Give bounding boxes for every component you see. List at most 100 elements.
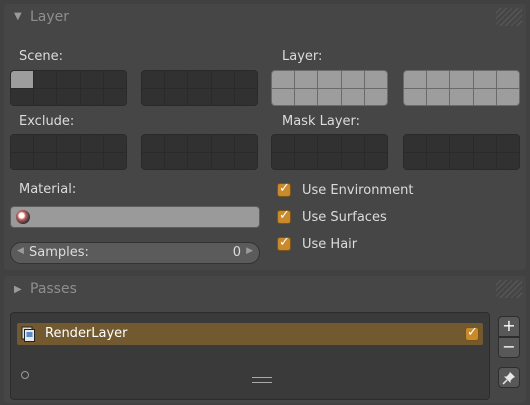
layer-toggle[interactable] [11, 152, 34, 169]
layer-toggle[interactable] [427, 152, 450, 169]
layer-toggle[interactable] [211, 88, 234, 105]
layer-toggle[interactable] [427, 88, 450, 105]
layer-toggle[interactable] [57, 152, 80, 169]
layer-toggle[interactable] [234, 152, 257, 169]
layer-toggle[interactable] [80, 135, 103, 152]
layer-toggle[interactable] [165, 135, 188, 152]
layer-toggle[interactable] [496, 152, 519, 169]
scene-layers-group-2[interactable] [141, 70, 258, 106]
samples-field[interactable]: ◀ Samples: 0 ▶ [10, 242, 260, 264]
layer-toggle[interactable] [234, 71, 257, 88]
layer-toggle[interactable] [57, 135, 80, 152]
layer-toggle[interactable] [103, 71, 126, 88]
layer-toggle[interactable] [404, 152, 427, 169]
layer-toggle[interactable] [496, 88, 519, 105]
render-layer-enabled-checkbox[interactable]: ✓ [465, 325, 479, 341]
layer-toggle[interactable] [404, 88, 427, 105]
layer-toggle[interactable] [272, 88, 295, 105]
layer-toggle[interactable] [103, 88, 126, 105]
layer-toggle[interactable] [473, 88, 496, 105]
render-layer-name[interactable]: RenderLayer [45, 326, 128, 341]
layer-toggle[interactable] [272, 71, 295, 88]
list-item[interactable]: RenderLayer ✓ [17, 323, 483, 345]
add-render-layer-button[interactable]: + [498, 316, 520, 337]
layer-toggle[interactable] [473, 135, 496, 152]
layer-toggle[interactable] [142, 152, 165, 169]
layer-toggle[interactable] [341, 71, 364, 88]
layer-toggle[interactable] [450, 152, 473, 169]
layer-toggle[interactable] [364, 135, 387, 152]
layer-toggle[interactable] [364, 88, 387, 105]
layer-toggle[interactable] [318, 71, 341, 88]
layer-toggle[interactable] [103, 152, 126, 169]
layer-toggle[interactable] [404, 71, 427, 88]
layer-toggle[interactable] [450, 71, 473, 88]
material-field[interactable] [10, 206, 260, 228]
passes-panel-header[interactable]: ▶ Passes [4, 276, 526, 304]
scene-layers-group-1[interactable] [10, 70, 127, 106]
layer-toggle[interactable] [188, 88, 211, 105]
remove-render-layer-button[interactable]: − [498, 337, 520, 358]
use-environment-label[interactable]: Use Environment [302, 183, 413, 198]
layer-toggle[interactable] [34, 71, 57, 88]
layer-toggle[interactable] [341, 135, 364, 152]
layer-toggle[interactable] [103, 135, 126, 152]
layer-toggle[interactable] [318, 88, 341, 105]
use-surfaces-label[interactable]: Use Surfaces [302, 210, 387, 225]
layer-toggle[interactable] [341, 88, 364, 105]
filter-options-icon[interactable] [21, 371, 29, 379]
layer-toggle[interactable] [11, 71, 34, 88]
mask-layers-group-2[interactable] [403, 134, 520, 170]
layer-toggle[interactable] [34, 152, 57, 169]
layer-toggle[interactable] [80, 71, 103, 88]
layer-toggle[interactable] [295, 152, 318, 169]
layer-toggle[interactable] [142, 88, 165, 105]
layer-toggle[interactable] [34, 135, 57, 152]
mask-layers-group-1[interactable] [271, 134, 388, 170]
decrement-arrow-icon[interactable]: ◀ [17, 246, 24, 256]
layer-toggle[interactable] [142, 135, 165, 152]
layer-toggle[interactable] [165, 152, 188, 169]
layer-toggle[interactable] [234, 135, 257, 152]
layer-toggle[interactable] [364, 152, 387, 169]
layer-toggle[interactable] [11, 135, 34, 152]
layer-toggle[interactable] [473, 71, 496, 88]
layer-toggle[interactable] [11, 88, 34, 105]
use-hair-label[interactable]: Use Hair [302, 237, 357, 252]
layer-toggle[interactable] [473, 152, 496, 169]
increment-arrow-icon[interactable]: ▶ [246, 246, 253, 256]
layer-toggle[interactable] [404, 135, 427, 152]
render-layers-group-1[interactable] [271, 70, 388, 106]
layer-toggle[interactable] [496, 135, 519, 152]
layer-toggle[interactable] [450, 88, 473, 105]
render-layer-list[interactable]: RenderLayer ✓ [10, 312, 490, 400]
exclude-layers-group-2[interactable] [141, 134, 258, 170]
layer-toggle[interactable] [272, 135, 295, 152]
exclude-layers-group-1[interactable] [10, 134, 127, 170]
layer-toggle[interactable] [496, 71, 519, 88]
panel-drag-grip[interactable] [496, 280, 522, 298]
layer-toggle[interactable] [80, 152, 103, 169]
layer-toggle[interactable] [295, 135, 318, 152]
layer-toggle[interactable] [57, 88, 80, 105]
layer-toggle[interactable] [211, 152, 234, 169]
layer-toggle[interactable] [188, 152, 211, 169]
panel-drag-grip[interactable] [496, 8, 522, 26]
layer-toggle[interactable] [295, 88, 318, 105]
layer-toggle[interactable] [165, 88, 188, 105]
layer-toggle[interactable] [34, 88, 57, 105]
layer-toggle[interactable] [211, 135, 234, 152]
render-layers-group-2[interactable] [403, 70, 520, 106]
pin-icon[interactable] [498, 367, 520, 388]
layer-toggle[interactable] [318, 135, 341, 152]
layer-toggle[interactable] [341, 152, 364, 169]
list-resize-handle[interactable] [252, 377, 272, 383]
layer-toggle[interactable] [188, 71, 211, 88]
layer-toggle[interactable] [450, 135, 473, 152]
use-environment-checkbox[interactable]: ✓ [277, 181, 291, 197]
layer-toggle[interactable] [427, 71, 450, 88]
layer-toggle[interactable] [57, 71, 80, 88]
layer-toggle[interactable] [234, 88, 257, 105]
layer-toggle[interactable] [142, 71, 165, 88]
layer-toggle[interactable] [427, 135, 450, 152]
